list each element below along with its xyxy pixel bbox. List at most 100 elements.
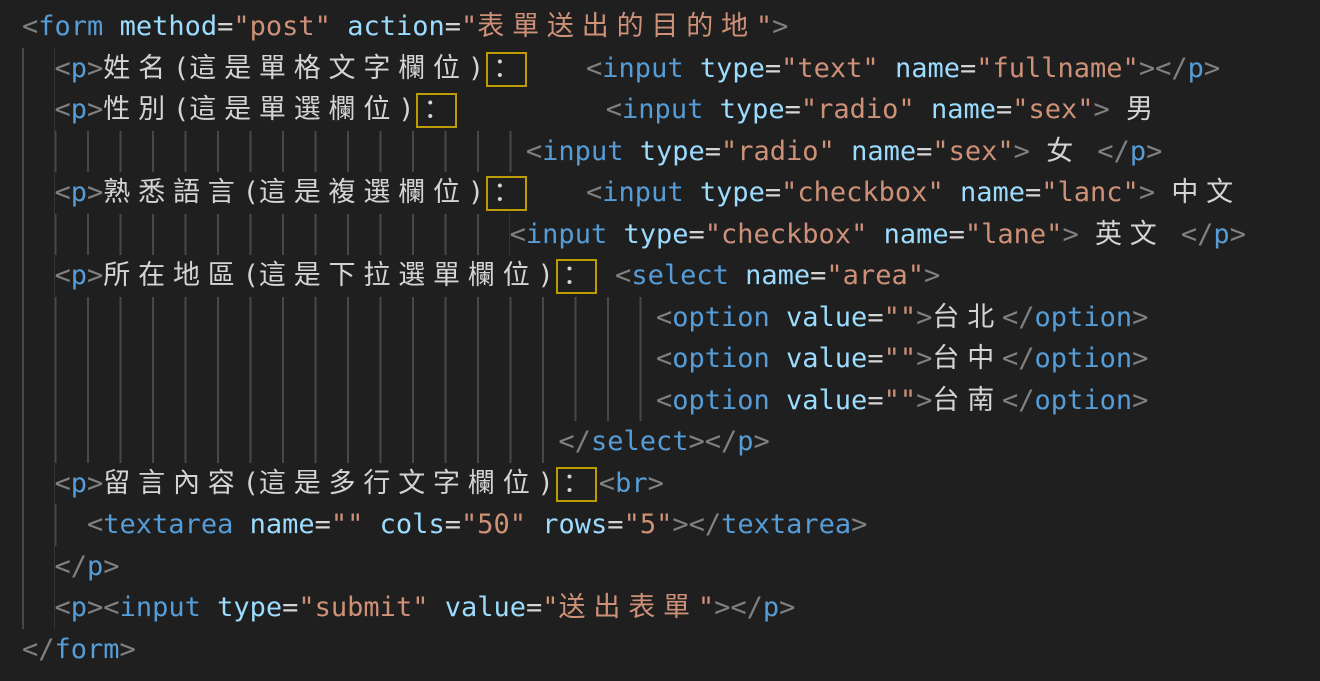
code-editor[interactable]: <form method="post" action="表單送出的目的地"><p… xyxy=(0,0,1320,681)
equals-sign: = xyxy=(765,53,781,84)
tag-name: option xyxy=(1035,302,1133,333)
tag-name: input xyxy=(602,53,683,84)
tag-name: textarea xyxy=(721,509,851,540)
attribute-value: " xyxy=(756,11,772,42)
tag-punctuation: > xyxy=(916,343,932,374)
tag-punctuation: > xyxy=(688,426,704,457)
attribute-value: "" xyxy=(884,302,917,333)
text xyxy=(103,11,119,42)
attribute-value-cjk: 送出表單 xyxy=(559,592,698,623)
attribute-value: "lane" xyxy=(965,219,1063,250)
tag-name: option xyxy=(1035,343,1133,374)
attribute-value-cjk: 表單送出的目的地 xyxy=(477,11,756,42)
text: ( xyxy=(243,260,259,291)
attribute-name: method xyxy=(120,11,218,42)
attribute-value: "post" xyxy=(233,11,331,42)
tag-name: p xyxy=(1130,136,1146,167)
code-line: <p>所在地區(這是下拉選單欄位)：<select name="area"> xyxy=(22,255,1320,297)
code-line: </select></p> xyxy=(22,421,1320,463)
tag-punctuation: </ xyxy=(1002,385,1035,416)
attribute-value: "fullname" xyxy=(976,53,1139,84)
tag-name: form xyxy=(38,11,103,42)
tag-punctuation: > xyxy=(1146,136,1162,167)
tag-name: p xyxy=(71,94,87,125)
tag-name: p xyxy=(71,468,87,499)
attribute-name: type xyxy=(623,219,688,250)
attribute-name: type xyxy=(700,53,765,84)
text xyxy=(770,385,786,416)
tag-punctuation: < xyxy=(55,260,71,291)
tag-punctuation: > xyxy=(754,426,770,457)
equals-sign: = xyxy=(867,302,883,333)
equals-sign: = xyxy=(445,509,461,540)
tag-name: option xyxy=(672,385,770,416)
indent-guides xyxy=(22,463,55,505)
tag-punctuation: </ xyxy=(1097,136,1130,167)
text: ) xyxy=(468,177,484,208)
tag-punctuation: </ xyxy=(1155,53,1188,84)
code-line: <p><input type="submit" value="送出表單"></p… xyxy=(22,587,1320,629)
text: ) xyxy=(468,53,484,84)
tag-punctuation: < xyxy=(22,11,38,42)
code-line: <p>性別(這是單選欄位)：<input type="radio" name="… xyxy=(22,89,1320,131)
indent-guides xyxy=(22,338,656,380)
tag-punctuation: > xyxy=(87,468,103,499)
tag-punctuation: > xyxy=(1139,53,1155,84)
text-cjk: 英文 xyxy=(1095,219,1165,250)
text-cjk: 台南 xyxy=(932,385,1002,416)
tag-punctuation: < xyxy=(586,177,602,208)
tag-punctuation: > xyxy=(87,592,103,623)
text-cjk: 這是多行文字欄位 xyxy=(259,468,538,499)
code-line: <p>留言內容(這是多行文字欄位)：<br> xyxy=(22,463,1320,505)
attribute-value: "" xyxy=(884,343,917,374)
text xyxy=(526,509,542,540)
equals-sign: = xyxy=(689,219,705,250)
tag-name: input xyxy=(542,136,623,167)
attribute-name: value xyxy=(786,302,867,333)
tag-name: option xyxy=(1035,385,1133,416)
indent-guides xyxy=(22,504,87,546)
tag-name: input xyxy=(602,177,683,208)
indent-guides xyxy=(22,255,55,297)
code-line: </p> xyxy=(22,546,1320,588)
tag-punctuation: < xyxy=(656,385,672,416)
tag-punctuation: < xyxy=(55,592,71,623)
text: ) xyxy=(538,468,554,499)
text xyxy=(1110,94,1126,125)
indent-guides xyxy=(22,380,656,422)
attribute-value: "sex" xyxy=(932,136,1013,167)
text xyxy=(607,219,623,250)
equals-sign: = xyxy=(765,177,781,208)
attribute-name: value xyxy=(786,343,867,374)
tag-name: p xyxy=(737,426,753,457)
tag-punctuation: > xyxy=(87,53,103,84)
text-cjk: 這是複選欄位 xyxy=(259,177,468,208)
tag-punctuation: < xyxy=(103,592,119,623)
attribute-name: name xyxy=(960,177,1025,208)
text: ( xyxy=(173,94,189,125)
attribute-value: "submit" xyxy=(298,592,428,623)
tag-name: input xyxy=(622,94,703,125)
tag-name: form xyxy=(55,634,120,665)
equals-sign: = xyxy=(1025,177,1041,208)
tag-punctuation: > xyxy=(103,551,119,582)
tag-punctuation: > xyxy=(916,302,932,333)
text xyxy=(201,592,217,623)
tag-punctuation: > xyxy=(1204,53,1220,84)
tag-punctuation: > xyxy=(916,385,932,416)
attribute-value: "5" xyxy=(624,509,673,540)
tag-punctuation: > xyxy=(1132,385,1148,416)
attribute-value: "radio" xyxy=(721,136,835,167)
equals-sign: = xyxy=(785,94,801,125)
code-line: <input type="checkbox" name="lane"> 英文 <… xyxy=(22,214,1320,256)
text-cjk: 男 xyxy=(1126,94,1161,125)
equals-sign: = xyxy=(949,219,965,250)
tag-punctuation: < xyxy=(55,94,71,125)
attribute-name: value xyxy=(786,385,867,416)
attribute-value: "text" xyxy=(781,53,879,84)
code-line: <input type="radio" name="sex"> 女 </p> xyxy=(22,131,1320,173)
equals-sign: = xyxy=(526,592,542,623)
tag-punctuation: < xyxy=(656,302,672,333)
attribute-name: name xyxy=(250,509,315,540)
text xyxy=(879,53,895,84)
